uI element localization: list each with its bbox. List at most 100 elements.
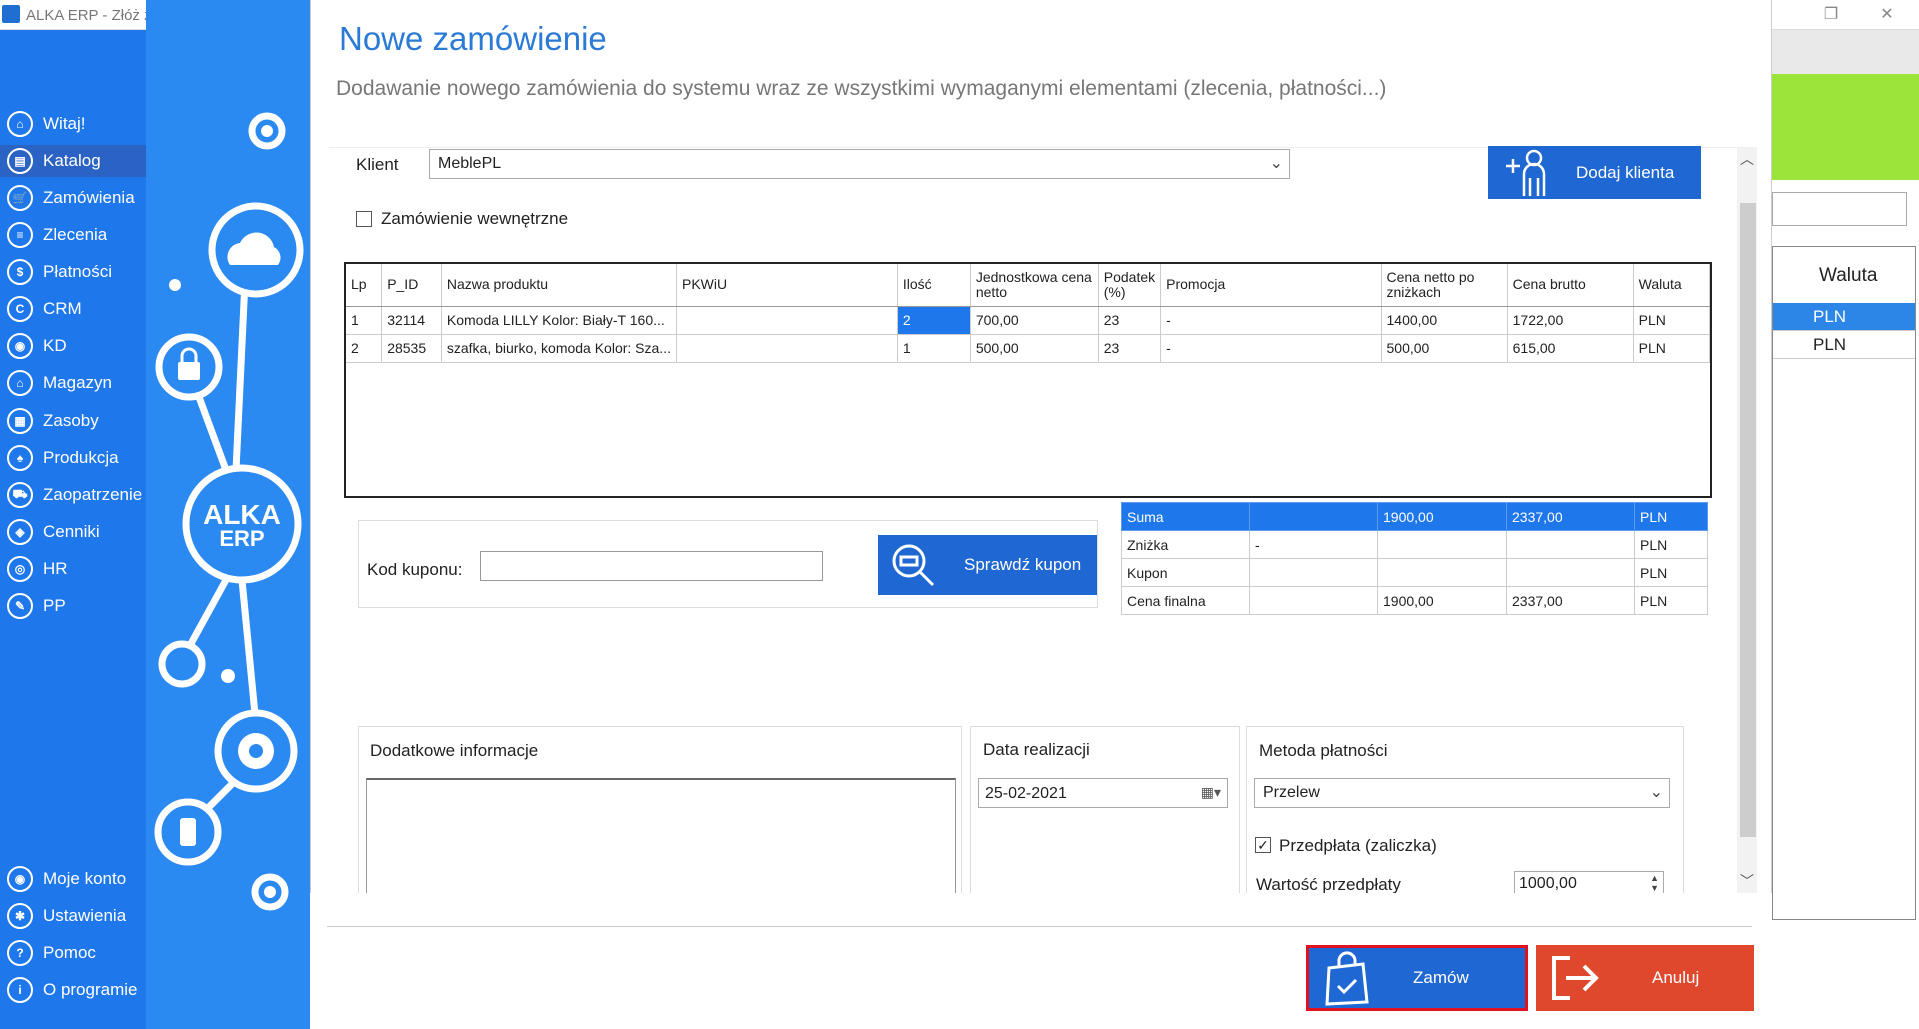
sidebar-bottom-item[interactable]: ◉ Moje konto [0,863,146,895]
table-cell[interactable]: - [1160,306,1382,335]
table-cell[interactable]: 615,00 [1507,334,1634,363]
summary-cell: 1900,00 [1377,502,1507,531]
sidebar-item[interactable]: ◉ KD [0,330,146,362]
table-cell[interactable]: 500,00 [970,334,1099,363]
sidebar-item[interactable]: ▦ Zasoby [0,405,146,437]
prepayment-checkbox[interactable]: ✓ [1255,837,1271,853]
sidebar-item[interactable]: $ Płatności [0,256,146,288]
bg-table-row[interactable]: PLN [1773,331,1915,359]
table-cell[interactable] [676,306,898,335]
extra-info-textarea[interactable] [366,778,956,896]
sidebar-item[interactable]: ◈ Cenniki [0,516,146,548]
summary-row[interactable]: Kupon PLN [1121,558,1708,587]
sidebar-item[interactable]: ✎ PP [0,590,146,622]
column-header[interactable]: Promocja [1160,264,1382,307]
column-header[interactable]: Jednostkowa cena netto [970,264,1099,307]
info-icon: i [7,977,33,1003]
catalog-icon: ▤ [7,148,33,174]
table-cell[interactable]: 23 [1098,334,1162,363]
spinner-icon[interactable]: ▲ ▼ [1650,873,1659,893]
sidebar-bottom-item[interactable]: ✱ Ustawienia [0,900,146,932]
cancel-button-label: Anuluj [1652,968,1700,987]
sidebar-item[interactable]: ≡ Zlecenia [0,219,146,251]
bg-search-input[interactable] [1772,192,1907,226]
column-header[interactable]: Podatek (%) [1098,264,1162,307]
summary-cell: 2337,00 [1506,586,1635,615]
warehouse-icon: ⌂ [7,370,33,396]
date-value: 25-02-2021 [985,785,1067,802]
sidebar-item-label: Katalog [43,151,101,170]
table-cell[interactable]: 1722,00 [1507,306,1634,335]
column-header[interactable]: P_ID [381,264,442,307]
footer-divider [327,926,1752,927]
sidebar-item[interactable]: C CRM [0,293,146,325]
order-button[interactable]: Zamów [1306,945,1528,1011]
table-cell[interactable]: 500,00 [1381,334,1508,363]
column-header[interactable]: Cena brutto [1507,264,1634,307]
sidebar-item[interactable]: ▤ Katalog [0,145,146,177]
summary-cell [1249,558,1378,587]
summary-cell [1506,558,1635,587]
sidebar-item[interactable]: 🛒 Zamówienia [0,182,146,214]
table-cell[interactable]: 2 [346,334,383,363]
column-header[interactable]: PKWiU [676,264,898,307]
sidebar-item[interactable]: ⌂ Magazyn [0,367,146,399]
shopping-bag-icon [1309,950,1385,1006]
table-cell[interactable]: 700,00 [970,306,1099,335]
add-client-button[interactable]: Dodaj klienta [1488,146,1701,199]
sidebar-item[interactable]: ⌂ Witaj! [0,108,146,140]
column-header[interactable]: Lp [346,264,383,307]
table-cell[interactable]: 1 [346,306,383,335]
sidebar-item-label: HR [43,559,68,578]
bg-table-row[interactable]: PLN [1773,303,1915,331]
sidebar-bottom-item[interactable]: ? Pomoc [0,937,146,969]
extra-info-group: Dodatkowe informacje [358,726,962,896]
table-cell[interactable] [676,334,898,363]
internal-order-checkbox[interactable] [356,211,372,227]
close-icon[interactable]: ✕ [1872,4,1902,26]
table-cell[interactable]: 28535 [381,334,442,363]
list-icon: ≡ [7,222,33,248]
calendar-icon[interactable]: ▦▾ [1201,784,1221,801]
summary-row[interactable]: Zniżka - PLN [1121,530,1708,559]
sidebar-bottom-item[interactable]: i O programie [0,974,146,1006]
table-row[interactable]: 2 28535 szafka, biurko, komoda Kolor: Sza.… [346,334,1711,363]
check-coupon-button[interactable]: Sprawdź kupon [878,535,1097,595]
sidebar-item-label: Zasoby [43,411,99,430]
sidebar-item[interactable]: ♠ Produkcja [0,442,146,474]
sidebar-item-label: Cenniki [43,522,100,541]
prepayment-value: 1000,00 [1519,875,1577,892]
coupon-input[interactable] [480,551,823,581]
column-header[interactable]: Cena netto po zniżkach [1381,264,1508,307]
column-header[interactable]: Waluta [1633,264,1711,307]
summary-cell: Suma [1121,502,1250,531]
summary-row[interactable]: Cena finalna 1900,00 2337,00 PLN [1121,586,1708,615]
payment-method-combobox[interactable]: Przelew ⌄ [1254,778,1670,808]
table-cell[interactable]: PLN [1633,306,1711,335]
table-cell[interactable]: Komoda LILLY Kolor: Biały-T 160... [441,306,677,335]
table-cell[interactable]: 2 [897,306,971,335]
restore-icon[interactable]: ❐ [1816,4,1846,26]
add-client-label: Dodaj klienta [1576,162,1675,182]
summary-row[interactable]: Suma 1900,00 2337,00 PLN [1121,502,1708,531]
table-cell[interactable]: 1 [897,334,971,363]
pp-icon: ✎ [7,593,33,619]
cancel-button[interactable]: Anuluj [1536,945,1754,1011]
table-cell[interactable]: 1400,00 [1381,306,1508,335]
summary-cell: Zniżka [1121,530,1250,559]
table-cell[interactable]: - [1160,334,1382,363]
cart-icon: 🛒 [7,185,33,211]
coupon-label: Kod kuponu: [367,560,463,579]
client-combobox[interactable]: MeblePL ⌄ [429,149,1290,179]
table-row[interactable]: 1 32114 Komoda LILLY Kolor: Biały-T 160...… [346,306,1711,335]
sidebar-item[interactable]: ◎ HR [0,553,146,585]
table-cell[interactable]: szafka, biurko, komoda Kolor: Sza... [441,334,677,363]
column-header[interactable]: Ilość [897,264,971,307]
column-header[interactable]: Nazwa produktu [441,264,677,307]
date-picker[interactable]: 25-02-2021 ▦▾ [978,778,1228,808]
sidebar-item[interactable]: ⛟ Zaopatrzenie [0,479,146,511]
table-cell[interactable]: 32114 [381,306,442,335]
table-cell[interactable]: 23 [1098,306,1162,335]
extra-info-label: Dodatkowe informacje [370,741,539,760]
table-cell[interactable]: PLN [1633,334,1711,363]
